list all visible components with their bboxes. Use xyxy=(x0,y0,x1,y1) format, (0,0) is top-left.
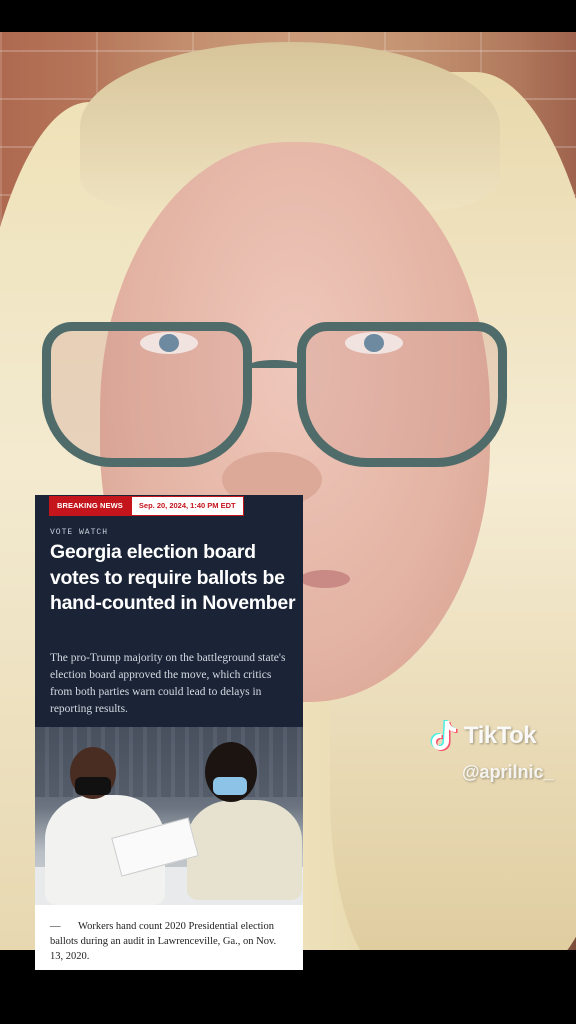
article-date-badge: Sep. 20, 2024, 1:40 PM EDT xyxy=(130,496,244,516)
eye-left xyxy=(140,332,198,354)
photo-caption-text: Workers hand count 2020 Presidential ele… xyxy=(50,921,277,962)
mouth xyxy=(300,570,350,588)
article-kicker: VOTE WATCH xyxy=(50,528,109,537)
photo-caption: — Workers hand count 2020 Presidential el… xyxy=(50,919,290,964)
caption-area: — Workers hand count 2020 Presidential el… xyxy=(35,905,303,970)
tiktok-note-icon xyxy=(430,720,458,751)
news-article-overlay: BREAKING NEWS Sep. 20, 2024, 1:40 PM EDT… xyxy=(35,495,303,970)
photo-worker-left xyxy=(45,747,165,905)
breaking-news-badge: BREAKING NEWS xyxy=(49,496,131,516)
photo-worker-right xyxy=(185,742,303,902)
caption-dash: — xyxy=(50,921,61,932)
tiktok-watermark: TikTok xyxy=(428,718,537,754)
eye-right xyxy=(345,332,403,354)
article-headline: Georgia election board votes to require … xyxy=(50,541,296,614)
article-badges: BREAKING NEWS Sep. 20, 2024, 1:40 PM EDT xyxy=(49,496,244,516)
article-photo xyxy=(35,727,303,905)
article-dek: The pro-Trump majority on the battlegrou… xyxy=(50,652,286,715)
glasses-bridge xyxy=(247,360,302,374)
glasses xyxy=(42,322,512,472)
tiktok-username: @aprilnic_ xyxy=(462,762,554,782)
tiktok-brand-text: TikTok xyxy=(464,722,537,749)
